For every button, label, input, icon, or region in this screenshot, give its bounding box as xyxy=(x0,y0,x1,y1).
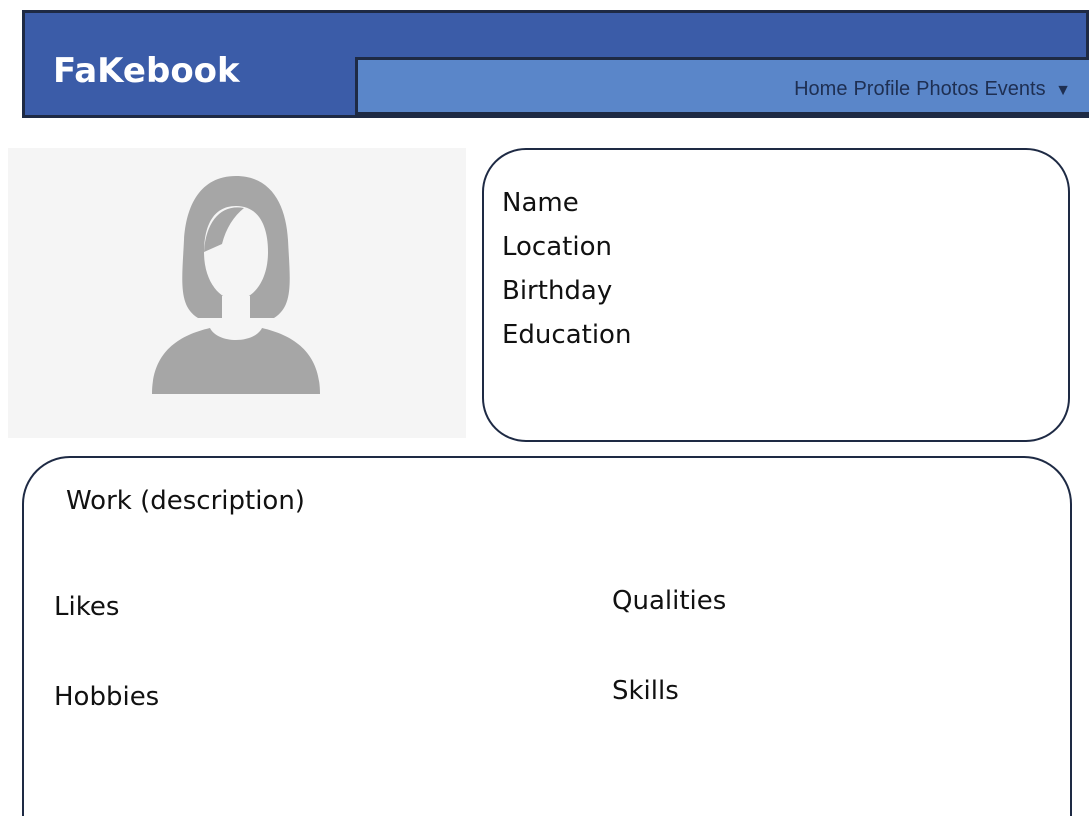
field-education: Education xyxy=(502,320,632,350)
field-location: Location xyxy=(502,232,612,262)
profile-details-card: Work (description) Likes Qualities Hobbi… xyxy=(22,456,1072,816)
nav-links: Home Profile Photos Events ▼ xyxy=(788,78,1071,101)
hobbies-label: Hobbies xyxy=(54,682,160,712)
female-silhouette-icon xyxy=(152,176,320,394)
profile-info-card: Name Location Birthday Education xyxy=(482,148,1070,442)
nav-profile[interactable]: Profile xyxy=(853,78,910,100)
work-description: Work (description) xyxy=(66,486,305,516)
profile-photo[interactable] xyxy=(8,148,466,438)
likes-label: Likes xyxy=(54,592,120,622)
field-name: Name xyxy=(502,188,579,218)
nav-bar: Home Profile Photos Events ▼ xyxy=(355,57,1089,115)
qualities-label: Qualities xyxy=(612,586,727,616)
brand-logo[interactable]: FaKebook xyxy=(53,51,240,91)
nav-home[interactable]: Home xyxy=(794,78,847,100)
field-birthday: Birthday xyxy=(502,276,613,306)
top-header: FaKebook Home Profile Photos Events ▼ xyxy=(22,10,1089,118)
nav-photos[interactable]: Photos xyxy=(916,78,978,100)
skills-label: Skills xyxy=(612,676,679,706)
dropdown-arrow-icon[interactable]: ▼ xyxy=(1055,82,1071,99)
nav-events[interactable]: Events xyxy=(984,78,1045,100)
